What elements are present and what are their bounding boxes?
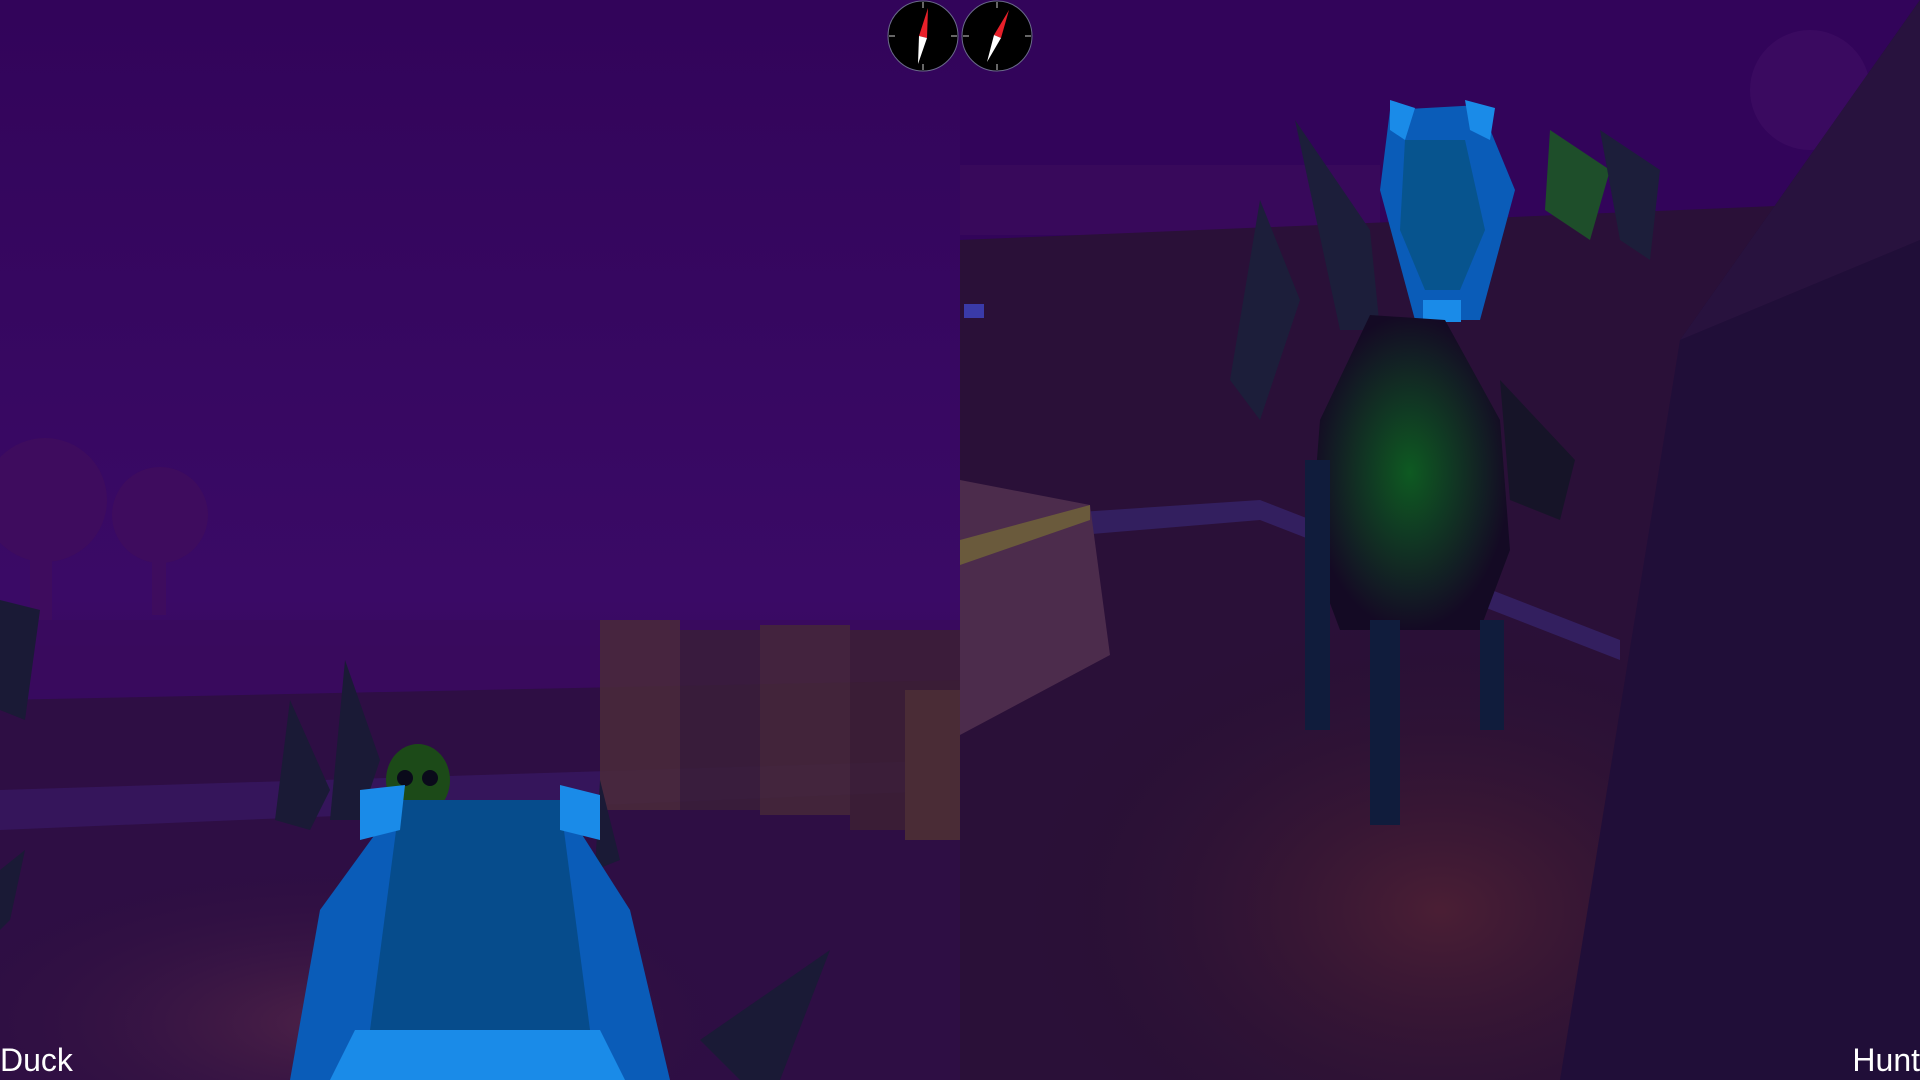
- hunter-scene: [960, 0, 1920, 1080]
- reeds: [600, 620, 960, 840]
- duck-scene: [0, 0, 960, 1080]
- compass-hud: [887, 0, 1033, 74]
- duck-player-label: Duck: [0, 1042, 73, 1078]
- compass-icon: [887, 0, 959, 72]
- hunter-player-label: Hunt: [1852, 1042, 1920, 1078]
- duck-viewport: [0, 0, 960, 1080]
- compass-icon: [961, 0, 1033, 72]
- small-rock: [964, 304, 984, 318]
- hunter-viewport: [960, 0, 1920, 1080]
